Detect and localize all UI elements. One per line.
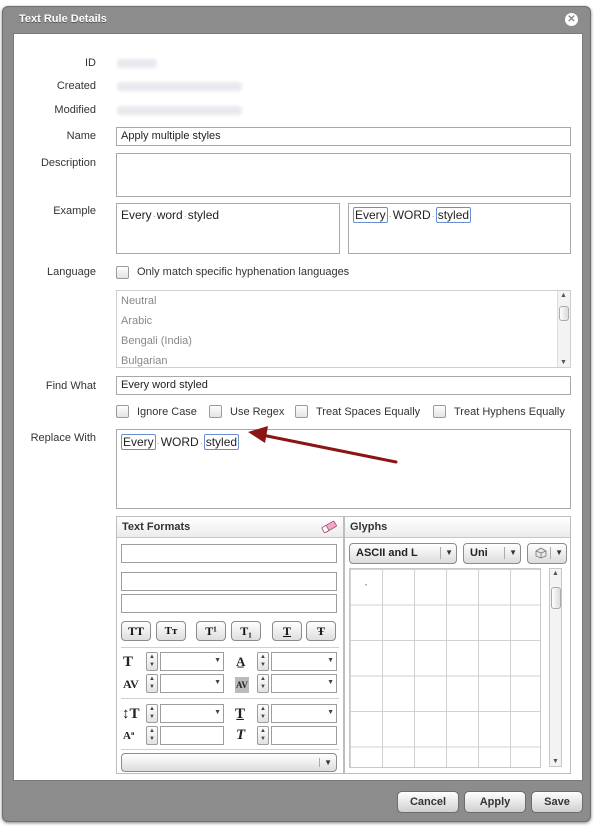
annotation-arrow	[248, 426, 398, 464]
